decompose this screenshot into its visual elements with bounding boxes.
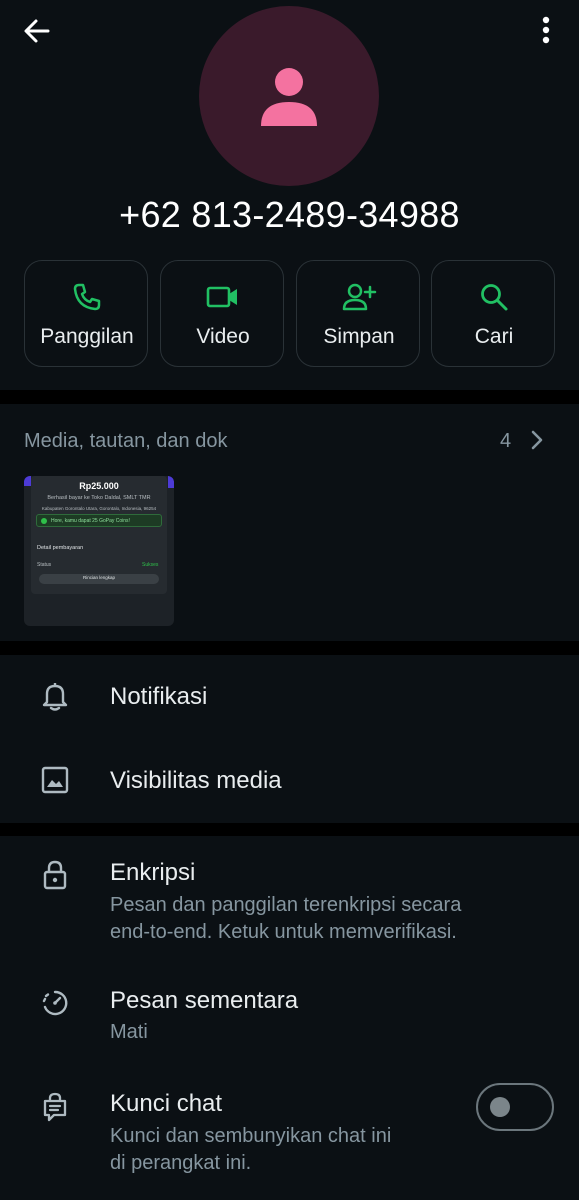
receipt-status-value: Sukses (142, 562, 159, 568)
receipt-status-label: Status (37, 562, 52, 568)
video-button-label: Video (196, 325, 250, 348)
section-divider (0, 390, 579, 404)
chat-lock-icon (38, 1090, 72, 1124)
video-button[interactable]: Video (160, 260, 284, 367)
chevron-right-icon[interactable] (526, 428, 548, 452)
settings-group-privacy: Enkripsi Pesan dan panggilan terenkripsi… (0, 836, 579, 1200)
settings-group-notifications: Notifikasi Visibilitas media (0, 655, 579, 823)
media-visibility-label: Visibilitas media (110, 767, 282, 794)
encryption-description-line2: end-to-end. Ketuk untuk memverifikasi. (110, 921, 457, 943)
person-icon (261, 68, 317, 126)
notifications-row[interactable]: Notifikasi (0, 655, 579, 739)
media-count: 4 (500, 430, 512, 452)
video-icon (161, 281, 285, 313)
bell-icon (38, 679, 72, 713)
section-divider (0, 641, 579, 655)
search-icon (432, 281, 556, 313)
section-divider (0, 823, 579, 836)
chat-lock-description-line1: Kunci dan sembunyikan chat ini (110, 1125, 392, 1147)
avatar[interactable] (199, 6, 379, 186)
encryption-title: Enkripsi (110, 859, 196, 886)
quick-actions: Panggilan Video Simpan Cari (24, 260, 555, 367)
chat-lock-description-line2: di perangkat ini. (110, 1152, 252, 1174)
save-contact-button-label: Simpan (323, 325, 395, 348)
toggle-knob (490, 1097, 510, 1117)
encryption-row[interactable]: Enkripsi Pesan dan panggilan terenkripsi… (0, 836, 579, 966)
lock-icon (38, 858, 72, 892)
receipt-merchant: Berhasil bayar ke Toko Daldal, SMLT TMR (47, 495, 151, 501)
disappearing-messages-row[interactable]: Pesan sementara Mati (0, 966, 579, 1068)
receipt-details-button: Rincian lengkap (39, 574, 159, 584)
receipt-location: Kabupaten Gorontalo Utara, Gorontalo, In… (41, 506, 157, 511)
call-button-label: Panggilan (40, 325, 134, 348)
timer-icon (38, 986, 72, 1020)
media-section[interactable]: Media, tautan, dan dok 4 Rp25.000 Berhas… (0, 404, 579, 641)
phone-icon (25, 281, 149, 313)
call-button[interactable]: Panggilan (24, 260, 148, 367)
search-button-label: Cari (474, 325, 514, 348)
contact-header: +62 813-2489-34988 Panggilan Video Simpa… (0, 0, 579, 390)
add-person-icon (297, 281, 421, 313)
receipt-promo-text: Hore, kamu dapat 25 GoPay Coins! (51, 518, 130, 524)
more-vert-icon[interactable] (532, 14, 560, 48)
save-contact-button[interactable]: Simpan (296, 260, 420, 367)
disappearing-messages-status: Mati (110, 1021, 148, 1043)
chat-lock-title: Kunci chat (110, 1090, 223, 1117)
check-icon (41, 518, 47, 524)
notifications-label: Notifikasi (110, 683, 208, 710)
media-thumbnail[interactable]: Rp25.000 Berhasil bayar ke Toko Daldal, … (24, 476, 174, 626)
contact-phone-number: +62 813-2489-34988 (119, 194, 460, 235)
arrow-left-icon[interactable] (20, 14, 54, 48)
media-visibility-row[interactable]: Visibilitas media (0, 739, 579, 823)
disappearing-messages-title: Pesan sementara (110, 987, 299, 1014)
image-icon (38, 763, 72, 797)
chat-lock-toggle[interactable] (476, 1083, 554, 1131)
receipt-amount: Rp25.000 (79, 481, 119, 491)
receipt-details-button-label: Rincian lengkap (82, 575, 116, 580)
media-section-title: Media, tautan, dan dok (24, 430, 228, 452)
receipt-promo-banner: Hore, kamu dapat 25 GoPay Coins! (36, 514, 162, 527)
receipt-detail-heading: Detail pembayaran (37, 545, 84, 551)
search-button[interactable]: Cari (431, 260, 555, 367)
encryption-description-line1: Pesan dan panggilan terenkripsi secara (110, 894, 462, 916)
